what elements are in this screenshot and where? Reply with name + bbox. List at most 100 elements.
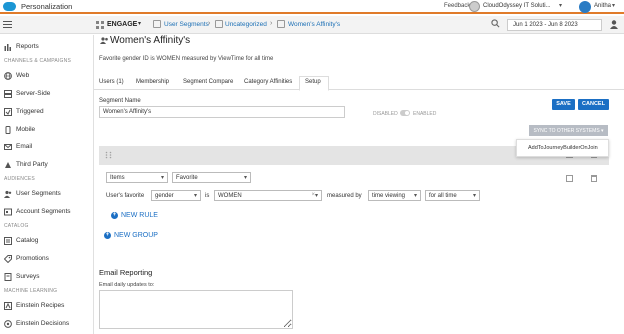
feedback-link[interactable]: Feedback <box>444 3 470 9</box>
hamburger-menu-icon[interactable] <box>3 21 12 28</box>
account-icon <box>4 208 12 216</box>
server-icon <box>4 90 12 98</box>
email-recipients-field[interactable] <box>99 290 293 329</box>
tab-membership[interactable]: Membership <box>136 79 169 85</box>
person-icon[interactable] <box>610 20 618 29</box>
value-input[interactable]: WOMEN × ▾ <box>214 190 322 201</box>
section-switcher[interactable]: ENGAGE <box>107 21 137 28</box>
chevron-down-icon: ▾ <box>472 193 476 199</box>
tab-bar: Users (1) Membership Segment Compare Cat… <box>94 75 624 91</box>
period-select[interactable]: for all time ▾ <box>425 190 480 201</box>
metric-select-value: time viewing <box>372 193 406 199</box>
plus-icon[interactable]: + <box>111 212 118 219</box>
tab-users[interactable]: Users (1) <box>99 79 124 85</box>
third-party-icon <box>5 162 11 168</box>
nav-bar: ENGAGE ▾ User Segments › Uncategorized ›… <box>0 16 624 34</box>
rule-prefix-text: User's favorite <box>106 193 145 199</box>
sidebar-item-label: Web <box>16 72 30 79</box>
date-range-picker[interactable]: Jun 1 2023 - Jun 8 2023 <box>507 19 602 31</box>
top-header: Personalization Feedback CloudOdyssey IT… <box>0 0 624 14</box>
sidebar-item-label: Server-Side <box>16 90 51 97</box>
sync-systems-button[interactable]: SYNC TO OTHER SYSTEMS ▾ <box>529 125 608 136</box>
disabled-label: DISABLED <box>373 111 398 117</box>
chevron-down-icon: ▾ <box>193 193 197 199</box>
items-select-value: Items <box>110 175 125 181</box>
chevron-down-icon[interactable]: ▾ <box>559 2 562 9</box>
attribute-select-value: Favorite <box>176 175 198 181</box>
new-rule-button[interactable]: NEW RULE <box>121 212 158 219</box>
user-menu[interactable]: Anitha <box>594 3 611 9</box>
sidebar-item-user-segments[interactable]: User Segments <box>0 186 94 202</box>
sidebar-item-mobile[interactable]: Mobile <box>0 122 94 138</box>
folder-icon <box>153 20 161 28</box>
sidebar-item-web[interactable]: Web <box>0 68 94 84</box>
sidebar-item-surveys[interactable]: Surveys <box>0 269 94 285</box>
sidebar-item-label: Promotions <box>16 255 49 262</box>
breadcrumb-uncategorized[interactable]: Uncategorized <box>225 21 267 28</box>
email-reporting-heading: Email Reporting <box>99 268 153 277</box>
sidebar-item-label: Surveys <box>16 273 40 280</box>
folder-icon <box>215 20 223 28</box>
sidebar-item-server-side[interactable]: Server-Side <box>0 86 94 102</box>
trash-rule-icon[interactable] <box>591 175 597 182</box>
segment-name-input[interactable]: Women's Affinity's <box>99 106 345 118</box>
recipes-icon <box>4 302 12 310</box>
tab-category-affinities[interactable]: Category Affinities <box>244 79 292 85</box>
cancel-button[interactable]: CANCEL <box>578 99 609 110</box>
plus-icon[interactable]: + <box>104 232 111 239</box>
mobile-icon <box>5 126 11 134</box>
field-select[interactable]: gender ▾ <box>151 190 201 201</box>
sidebar-item-third-party[interactable]: Third Party <box>0 157 94 173</box>
sidebar-item-label: Account Segments <box>16 208 71 215</box>
tab-setup[interactable]: Setup <box>305 79 321 85</box>
save-button[interactable]: SAVE <box>552 99 575 110</box>
metric-select[interactable]: time viewing ▾ <box>368 190 421 201</box>
segment-name-label: Segment Name <box>99 98 141 104</box>
chevron-down-icon: ▾ <box>413 193 417 199</box>
triggered-icon <box>4 108 12 116</box>
chevron-down-icon: ▾ <box>314 193 318 199</box>
attribute-select[interactable]: Favorite ▾ <box>172 172 251 183</box>
decisions-icon <box>4 320 12 328</box>
search-icon[interactable] <box>491 19 500 28</box>
sidebar-item-promotions[interactable]: Promotions <box>0 251 94 267</box>
sidebar-item-email[interactable]: Email <box>0 139 94 155</box>
measured-by-text: measured by <box>327 193 362 199</box>
drag-handle-icon[interactable] <box>105 151 112 159</box>
org-switcher[interactable]: CloudOdyssey IT Soluti... <box>483 3 551 9</box>
sync-dropdown-option[interactable]: AddToJourneyBuilderOnJoin <box>516 139 609 157</box>
sidebar-heading: AUDIENCES <box>4 176 35 182</box>
globe-icon <box>4 72 12 80</box>
sidebar-item-einstein-decisions[interactable]: Einstein Decisions <box>0 316 94 332</box>
user-avatar[interactable] <box>579 1 591 13</box>
sidebar-item-reports[interactable]: Reports <box>0 39 94 55</box>
items-select[interactable]: Items ▾ <box>106 172 168 183</box>
reports-icon <box>4 44 11 51</box>
segment-users-icon <box>100 37 108 44</box>
sidebar-item-label: Einstein Recipes <box>16 302 65 309</box>
operator-text: is <box>205 193 210 199</box>
sidebar-item-label: Email <box>16 143 33 150</box>
sidebar-item-account-segments[interactable]: Account Segments <box>0 204 94 220</box>
chevron-down-icon[interactable]: ▾ <box>138 20 141 27</box>
chevron-down-icon[interactable]: ▾ <box>612 2 615 9</box>
page-title: Women's Affinity's <box>110 35 191 46</box>
tab-segment-compare[interactable]: Segment Compare <box>183 79 233 85</box>
apps-icon[interactable] <box>96 21 104 29</box>
org-avatar[interactable] <box>469 1 480 12</box>
sidebar-item-einstein-recipes[interactable]: Einstein Recipes <box>0 298 94 314</box>
segment-icon <box>277 20 285 28</box>
users-icon <box>4 190 12 198</box>
new-group-button[interactable]: NEW GROUP <box>114 232 158 239</box>
sidebar-item-catalog[interactable]: Catalog <box>0 233 94 249</box>
sidebar-item-label: Catalog <box>16 237 39 244</box>
sidebar-item-label: Mobile <box>16 126 36 133</box>
breadcrumb-user-segments[interactable]: User Segments <box>164 21 209 28</box>
segment-description: Favorite gender ID is WOMEN measured by … <box>99 56 274 62</box>
sidebar-item-triggered[interactable]: Triggered <box>0 104 94 120</box>
enabled-toggle[interactable] <box>400 110 410 116</box>
salesforce-cloud-logo <box>3 2 16 11</box>
breadcrumb-current[interactable]: Women's Affinity's <box>288 21 340 28</box>
sidebar-heading: CHANNELS & CAMPAIGNS <box>4 58 71 64</box>
copy-rule-icon[interactable] <box>566 175 573 182</box>
